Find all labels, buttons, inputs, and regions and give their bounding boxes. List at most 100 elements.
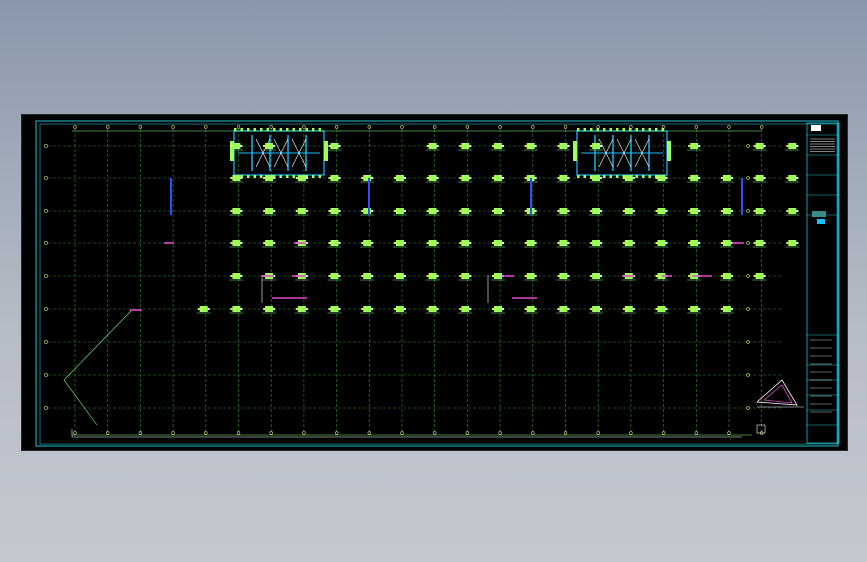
column-rebar: [263, 210, 266, 212]
core-rebar-tick: [260, 175, 263, 178]
column-mark: [327, 143, 342, 151]
column-body: [592, 175, 601, 181]
column-mark: [752, 208, 767, 216]
column-rebar: [338, 177, 341, 179]
column-mark: [523, 143, 538, 151]
column-mark: [589, 143, 604, 151]
core-rebar-tick: [648, 175, 651, 178]
axis-bubble-left: [44, 373, 48, 377]
column-body: [494, 273, 502, 279]
column-rebar: [328, 177, 331, 179]
core-rebar-tick: [655, 128, 658, 131]
column-rebar: [534, 242, 537, 244]
column-mark: [458, 208, 473, 216]
column-mark: [458, 306, 473, 314]
core-rebar-tick: [292, 175, 295, 178]
axis-bubble-left: [44, 406, 48, 410]
column-body: [722, 175, 731, 181]
column-body: [788, 208, 797, 214]
column-rebar: [240, 145, 243, 147]
axis-bubble-bottom: [269, 431, 273, 435]
column-rebar: [763, 210, 766, 212]
column-body: [559, 240, 568, 246]
column-rebar: [622, 210, 625, 212]
column-rebar: [730, 275, 733, 277]
core-left: [230, 128, 328, 178]
column-rebar: [459, 210, 462, 212]
column-body: [461, 306, 470, 312]
axis-bubble-top: [105, 125, 110, 129]
column-body: [330, 143, 339, 149]
column-body: [559, 273, 568, 279]
column-rebar: [590, 275, 593, 277]
core-rebar-tick: [305, 128, 308, 131]
column-rebar: [730, 308, 733, 310]
core-rebar-tick: [596, 128, 599, 131]
key-plan: [756, 379, 804, 434]
cad-viewport[interactable]: [21, 114, 848, 451]
column-mark: [229, 208, 244, 216]
column-mark: [262, 143, 277, 151]
column-mark: [458, 143, 473, 151]
column-mark: [327, 273, 342, 281]
axis-bubble-bottom: [73, 431, 77, 435]
column-rebar: [502, 177, 504, 179]
column-mark: [719, 175, 734, 183]
column-rebar: [426, 308, 429, 310]
column-rebar: [590, 177, 593, 179]
cad-drawing-canvas[interactable]: [22, 115, 847, 450]
column-rebar: [361, 177, 364, 179]
column-mark: [654, 306, 669, 314]
column-rebar: [524, 145, 527, 147]
column-mark: [752, 273, 767, 281]
column-body: [657, 208, 666, 214]
core-rebar-tick: [312, 175, 315, 178]
column-rebar: [328, 210, 331, 212]
column-mark: [752, 143, 767, 151]
column-rebar: [502, 242, 504, 244]
axis-bubble-bottom: [105, 431, 110, 435]
core-rebar-tick: [609, 128, 612, 131]
column-body: [722, 208, 731, 214]
column-body: [690, 175, 699, 181]
column-rebar: [600, 210, 603, 212]
axis-bubble-top: [759, 125, 764, 129]
column-body: [494, 208, 502, 214]
column-rebar: [371, 308, 374, 310]
column-rebar: [305, 275, 308, 277]
axis-bubble-bottom: [433, 431, 437, 435]
axis-bubble-left: [44, 340, 48, 344]
axis-bubble-top: [334, 125, 339, 129]
column-mark: [556, 273, 571, 281]
column-rebar: [557, 242, 560, 244]
axis-bubble-top: [465, 125, 470, 129]
column-mark: [392, 306, 407, 314]
column-rebar: [655, 210, 658, 212]
company-logo: [811, 125, 821, 131]
column-mark: [360, 208, 375, 216]
column-rebar: [469, 242, 472, 244]
column-rebar: [197, 308, 200, 310]
column-rebar: [426, 177, 429, 179]
column-body: [624, 208, 633, 214]
column-mark: [556, 175, 571, 183]
column-body: [232, 273, 241, 279]
column-body: [395, 240, 404, 246]
column-rebar: [361, 308, 364, 310]
column-rebar: [230, 308, 233, 310]
column-rebar: [403, 242, 406, 244]
column-mark: [458, 240, 473, 248]
column-mark: [294, 208, 309, 216]
core-rebar-tick: [642, 175, 645, 178]
axis-bubble-top: [531, 125, 535, 129]
column-body: [428, 143, 437, 149]
column-rebar: [426, 275, 429, 277]
column-body: [330, 240, 339, 246]
core-rebar-tick: [253, 128, 256, 131]
column-rebar: [622, 177, 625, 179]
column-rebar: [698, 210, 701, 212]
core-rebar-tick: [247, 128, 250, 131]
axis-bubble-top: [694, 125, 698, 129]
column-body: [232, 306, 241, 312]
core-rebar-tick: [603, 128, 606, 131]
